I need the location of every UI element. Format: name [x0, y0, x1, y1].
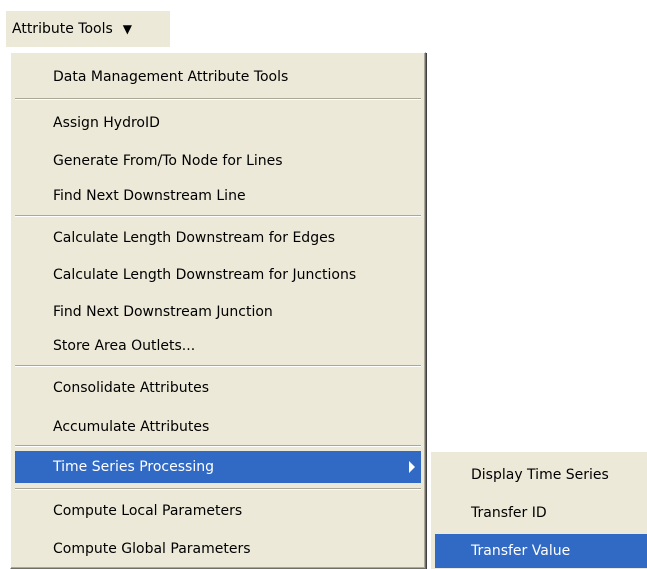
menu-item-data-management-attribute-tools[interactable]: Data Management Attribute Tools — [15, 61, 421, 93]
menu-item-label: Find Next Downstream Junction — [53, 304, 273, 320]
menu-item-accumulate-attributes[interactable]: Accumulate Attributes — [15, 411, 421, 443]
menu-separator — [15, 98, 421, 100]
submenu-item-label: Display Time Series — [471, 467, 609, 483]
menu-item-assign-hydroid[interactable]: Assign HydroID — [15, 107, 421, 139]
menu-item-store-area-outlets[interactable]: Store Area Outlets... — [15, 330, 421, 362]
time-series-processing-submenu: Display Time Series Transfer ID Transfer… — [430, 451, 647, 569]
submenu-item-transfer-value[interactable]: Transfer Value — [435, 534, 647, 568]
menu-item-calculate-length-downstream-junctions[interactable]: Calculate Length Downstream for Junction… — [15, 259, 421, 291]
submenu-item-label: Transfer ID — [471, 505, 547, 521]
menu-item-label: Time Series Processing — [53, 459, 214, 475]
menu-separator — [15, 365, 421, 367]
menu-item-label: Accumulate Attributes — [53, 419, 210, 435]
menu-item-label: Calculate Length Downstream for Edges — [53, 230, 335, 246]
menu-item-time-series-processing[interactable]: Time Series Processing — [15, 451, 421, 483]
menu-item-label: Calculate Length Downstream for Junction… — [53, 267, 357, 283]
menu-separator — [15, 488, 421, 490]
submenu-item-label: Transfer Value — [471, 543, 571, 559]
menu-item-label: Find Next Downstream Line — [53, 188, 246, 204]
menu-item-generate-from-to-node[interactable]: Generate From/To Node for Lines — [15, 145, 421, 177]
menu-item-compute-local-parameters[interactable]: Compute Local Parameters — [15, 495, 421, 527]
menu-separator — [15, 215, 421, 217]
menu-item-label: Generate From/To Node for Lines — [53, 153, 283, 169]
submenu-arrow-icon — [409, 461, 415, 473]
attribute-tools-menu-button[interactable]: Attribute Tools ▼ — [6, 11, 170, 47]
menu-item-label: Compute Global Parameters — [53, 541, 251, 557]
attribute-tools-dropdown-menu: Data Management Attribute Tools Assign H… — [10, 52, 426, 569]
menu-item-find-next-downstream-line[interactable]: Find Next Downstream Line — [15, 180, 421, 212]
submenu-item-display-time-series[interactable]: Display Time Series — [435, 458, 647, 492]
menu-item-label: Data Management Attribute Tools — [53, 69, 289, 85]
menu-item-label: Store Area Outlets... — [53, 338, 196, 354]
menu-item-consolidate-attributes[interactable]: Consolidate Attributes — [15, 372, 421, 404]
menu-item-label: Compute Local Parameters — [53, 503, 243, 519]
attribute-tools-label: Attribute Tools — [12, 21, 113, 37]
menu-item-calculate-length-downstream-edges[interactable]: Calculate Length Downstream for Edges — [15, 222, 421, 254]
menu-item-label: Assign HydroID — [53, 115, 160, 131]
menu-item-label: Consolidate Attributes — [53, 380, 209, 396]
dropdown-arrow-icon: ▼ — [122, 22, 132, 36]
menu-item-find-next-downstream-junction[interactable]: Find Next Downstream Junction — [15, 296, 421, 328]
menu-separator — [15, 445, 421, 447]
menu-item-compute-global-parameters[interactable]: Compute Global Parameters — [15, 533, 421, 565]
submenu-item-transfer-id[interactable]: Transfer ID — [435, 496, 647, 530]
